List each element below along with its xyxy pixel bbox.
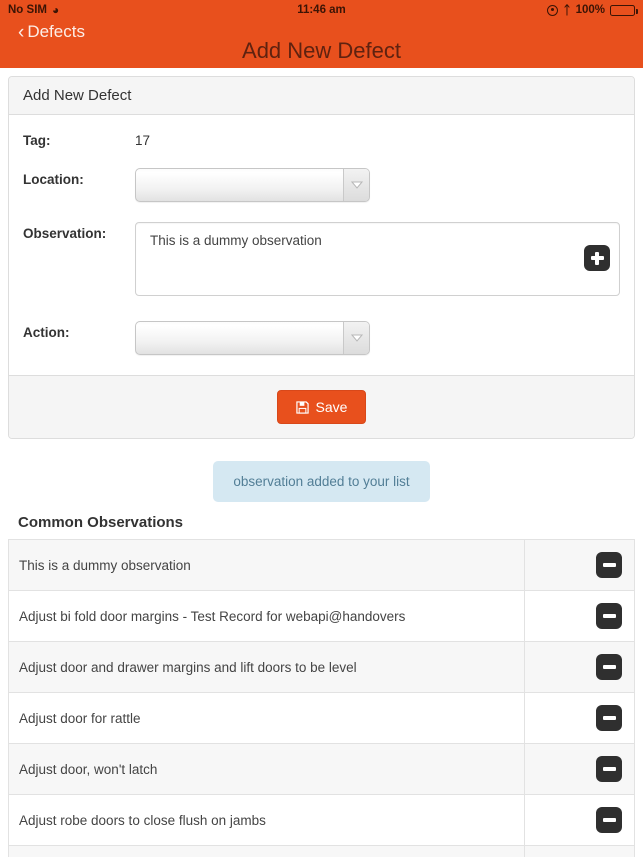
form-row-action: Action: — [23, 321, 620, 355]
action-label: Action: — [23, 325, 70, 340]
observation-action-cell — [524, 743, 635, 795]
navigation-bar: ‹ Defects Add New Defect — [0, 20, 643, 68]
minus-icon — [602, 818, 616, 822]
common-observations-title: Common Observations — [18, 514, 184, 531]
remove-observation-button[interactable] — [596, 807, 622, 833]
location-select-wrapper — [135, 168, 370, 202]
battery-icon — [610, 4, 638, 16]
remove-observation-button[interactable] — [596, 603, 622, 629]
table-row: Adjust door for rattle — [8, 692, 635, 744]
remove-observation-button[interactable] — [596, 654, 622, 680]
chevron-left-icon: ‹ — [18, 21, 25, 43]
tag-value: 17 — [135, 133, 151, 148]
minus-icon — [602, 563, 616, 567]
toast-area: observation added to your list — [8, 439, 635, 512]
panel-heading: Add New Defect — [9, 77, 634, 115]
observation-action-cell — [524, 845, 635, 857]
panel-body: Tag: 17 Location: Observation: This is a… — [9, 115, 634, 375]
back-button[interactable]: ‹ Defects — [18, 22, 85, 42]
form-row-location: Location: — [23, 168, 620, 202]
back-button-label: Defects — [27, 22, 85, 41]
tag-label: Tag: — [23, 133, 51, 148]
observation-text-cell[interactable]: Angle in doorway sits above floor tiles — [8, 845, 525, 857]
panel-heading-title: Add New Defect — [23, 87, 132, 104]
observation-action-cell — [524, 794, 635, 846]
minus-icon — [602, 767, 616, 771]
observation-textarea[interactable]: This is a dummy observation — [135, 222, 620, 296]
location-select[interactable] — [135, 168, 370, 202]
common-observations-section: Common Observations This is a dummy obse… — [8, 512, 635, 857]
observation-textarea-wrapper: This is a dummy observation — [135, 222, 620, 301]
table-row: This is a dummy observation — [8, 539, 635, 591]
observation-action-cell — [524, 539, 635, 591]
observation-text-cell[interactable]: Adjust bi fold door margins - Test Recor… — [8, 590, 525, 642]
tag-field: 17 — [135, 129, 620, 148]
observation-label: Observation: — [23, 226, 107, 241]
minus-icon — [602, 716, 616, 720]
add-observation-button[interactable] — [584, 245, 610, 271]
form-row-tag: Tag: 17 — [23, 129, 620, 148]
bluetooth-icon: ᛏ — [563, 3, 571, 17]
table-row: Adjust door, won't latch — [8, 743, 635, 795]
minus-icon — [602, 614, 616, 618]
table-row: Angle in doorway sits above floor tiles — [8, 845, 635, 857]
status-bar-left: No SIM ◕ — [8, 4, 59, 16]
observation-text-cell[interactable]: This is a dummy observation — [8, 539, 525, 591]
battery-percent-label: 100% — [575, 4, 605, 16]
status-bar-right: ᛏ 100% — [547, 3, 638, 17]
remove-observation-button[interactable] — [596, 552, 622, 578]
save-button-label: Save — [315, 399, 348, 415]
page-content: Add New Defect Tag: 17 Location: Observa… — [0, 68, 643, 857]
wifi-icon: ◕ — [51, 3, 60, 17]
remove-observation-button[interactable] — [596, 756, 622, 782]
action-select[interactable] — [135, 321, 370, 355]
remove-observation-button[interactable] — [596, 705, 622, 731]
action-select-wrapper — [135, 321, 370, 355]
minus-icon — [602, 665, 616, 669]
observation-action-cell — [524, 641, 635, 693]
ios-status-bar: No SIM ◕ 11:46 am ᛏ 100% — [0, 0, 643, 20]
table-row: Adjust robe doors to close flush on jamb… — [8, 794, 635, 846]
plus-icon — [590, 251, 604, 265]
observation-text-cell[interactable]: Adjust robe doors to close flush on jamb… — [8, 794, 525, 846]
observation-action-cell — [524, 692, 635, 744]
observation-text-cell[interactable]: Adjust door, won't latch — [8, 743, 525, 795]
panel-footer: Save — [9, 375, 634, 438]
location-label: Location: — [23, 172, 84, 187]
rotation-lock-icon — [547, 4, 559, 16]
add-new-defect-panel: Add New Defect Tag: 17 Location: Observa… — [8, 76, 635, 439]
observation-text-cell[interactable]: Adjust door and drawer margins and lift … — [8, 641, 525, 693]
save-button[interactable]: Save — [276, 390, 367, 424]
toast-notification: observation added to your list — [213, 461, 430, 502]
page-title: Add New Defect — [242, 38, 401, 63]
carrier-label: No SIM — [8, 4, 47, 16]
common-observations-body: This is a dummy observation Adjust bi fol… — [8, 539, 635, 857]
location-field — [135, 168, 620, 202]
table-row: Adjust door and drawer margins and lift … — [8, 641, 635, 693]
floppy-disk-save-icon — [295, 400, 309, 414]
observation-action-cell — [524, 590, 635, 642]
action-field — [135, 321, 620, 355]
table-row: Adjust bi fold door margins - Test Recor… — [8, 590, 635, 642]
common-observations-table: This is a dummy observation Adjust bi fol… — [8, 539, 635, 857]
observation-text-cell[interactable]: Adjust door for rattle — [8, 692, 525, 744]
form-row-observation: Observation: This is a dummy observation — [23, 222, 620, 301]
observation-field: This is a dummy observation — [135, 222, 620, 301]
